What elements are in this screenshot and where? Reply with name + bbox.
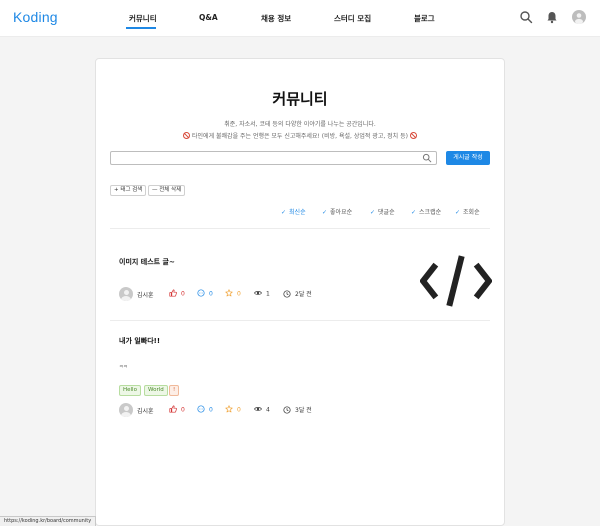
avatar (119, 403, 133, 417)
tag-chip[interactable]: World (144, 385, 168, 396)
notice-text: 타인에게 불쾌감을 주는 언행은 모두 신고해주세요! (비방, 욕설, 상업적… (192, 133, 408, 140)
scrap-count: 0 (225, 405, 241, 414)
prohibited-icon (183, 132, 191, 139)
check-icon: ✓ (281, 209, 287, 216)
scrap-count: 0 (225, 289, 241, 298)
user-avatar-icon[interactable] (572, 10, 586, 24)
divider (110, 228, 490, 229)
star-icon (225, 289, 233, 297)
post-time: 3달 전 (283, 405, 312, 414)
sort-label: 댓글순 (378, 209, 395, 216)
post-title[interactable]: 내가 일빠다!! (119, 336, 160, 346)
comment-count: 0 (197, 405, 213, 414)
tag-search-button[interactable]: + 태그 검색 (110, 185, 147, 196)
sort-views[interactable]: ✓ 조회순 (455, 207, 480, 216)
sort-label: 최신순 (289, 209, 306, 216)
top-navigation-bar: Koding 커뮤니티 Q&A 채용 정보 스터디 모집 블로그 (0, 0, 600, 37)
post-meta: 김시훈 0 0 0 4 3달 전 (119, 403, 339, 417)
sort-label: 좋아요순 (330, 209, 353, 216)
sort-latest[interactable]: ✓ 최신순 (281, 207, 306, 216)
nav-community[interactable]: 커뮤니티 (129, 13, 157, 24)
page-subtitle: 취준, 자소서, 코테 등의 다양한 이야기를 나누는 공간입니다. (224, 121, 376, 128)
check-icon: ✓ (322, 209, 328, 216)
sort-label: 스크랩순 (419, 209, 442, 216)
page-notice: 타인에게 불쾌감을 주는 언행은 모두 신고해주세요! (비방, 욕설, 상업적… (0, 131, 600, 140)
search-icon[interactable] (519, 10, 533, 24)
thumbs-up-icon (169, 405, 177, 413)
post-title[interactable]: 이미지 테스트 글~ (119, 257, 175, 267)
tag-chip[interactable]: ! (169, 385, 180, 396)
clock-icon (283, 289, 291, 298)
view-count: 1 (254, 289, 270, 298)
search-box (110, 151, 437, 172)
star-icon (225, 405, 233, 413)
clear-all-button[interactable]: — 전체 삭제 (148, 185, 186, 196)
sort-scraps[interactable]: ✓ 스크랩순 (411, 207, 441, 216)
sort-comments[interactable]: ✓ 댓글순 (370, 207, 395, 216)
comment-icon (197, 405, 205, 413)
nav-blog[interactable]: 블로그 (414, 13, 435, 24)
comment-icon (197, 289, 205, 297)
divider (110, 320, 490, 321)
post-author: 김시훈 (137, 292, 154, 299)
sort-label: 조회순 (463, 209, 480, 216)
post-time: 2달 전 (283, 289, 312, 298)
tag-chip[interactable]: Hello (119, 385, 141, 396)
nav-study[interactable]: 스터디 모집 (334, 13, 371, 24)
thumbs-up-icon (169, 289, 177, 297)
page-title: 커뮤니티 (272, 90, 328, 108)
post-meta: 김시훈 0 0 0 1 2달 전 (119, 287, 339, 301)
view-count: 4 (254, 405, 270, 414)
check-icon: ✓ (411, 209, 417, 216)
nav-active-indicator (126, 27, 156, 29)
check-icon: ✓ (455, 209, 461, 216)
comment-count: 0 (197, 289, 213, 298)
search-icon[interactable] (422, 153, 432, 163)
post-body: ㅋㅋ (119, 365, 128, 370)
nav-jobs[interactable]: 채용 정보 (261, 13, 291, 24)
eye-icon (254, 291, 262, 295)
code-brackets-image[interactable] (420, 255, 492, 307)
clock-icon (283, 405, 291, 414)
check-icon: ✓ (370, 209, 376, 216)
nav-qna[interactable]: Q&A (199, 13, 218, 22)
write-post-button[interactable]: 게시글 작성 (446, 151, 490, 165)
avatar (119, 287, 133, 301)
like-count: 0 (169, 405, 185, 414)
search-input[interactable] (115, 160, 415, 172)
bell-icon[interactable] (545, 10, 559, 24)
like-count: 0 (169, 289, 185, 298)
prohibited-icon (409, 132, 417, 139)
browser-status-url: https://koding.kr/board/community (0, 516, 97, 526)
sort-likes[interactable]: ✓ 좋아요순 (322, 207, 352, 216)
eye-icon (254, 407, 262, 411)
logo[interactable]: Koding (13, 9, 58, 25)
post-author: 김시훈 (137, 408, 154, 415)
